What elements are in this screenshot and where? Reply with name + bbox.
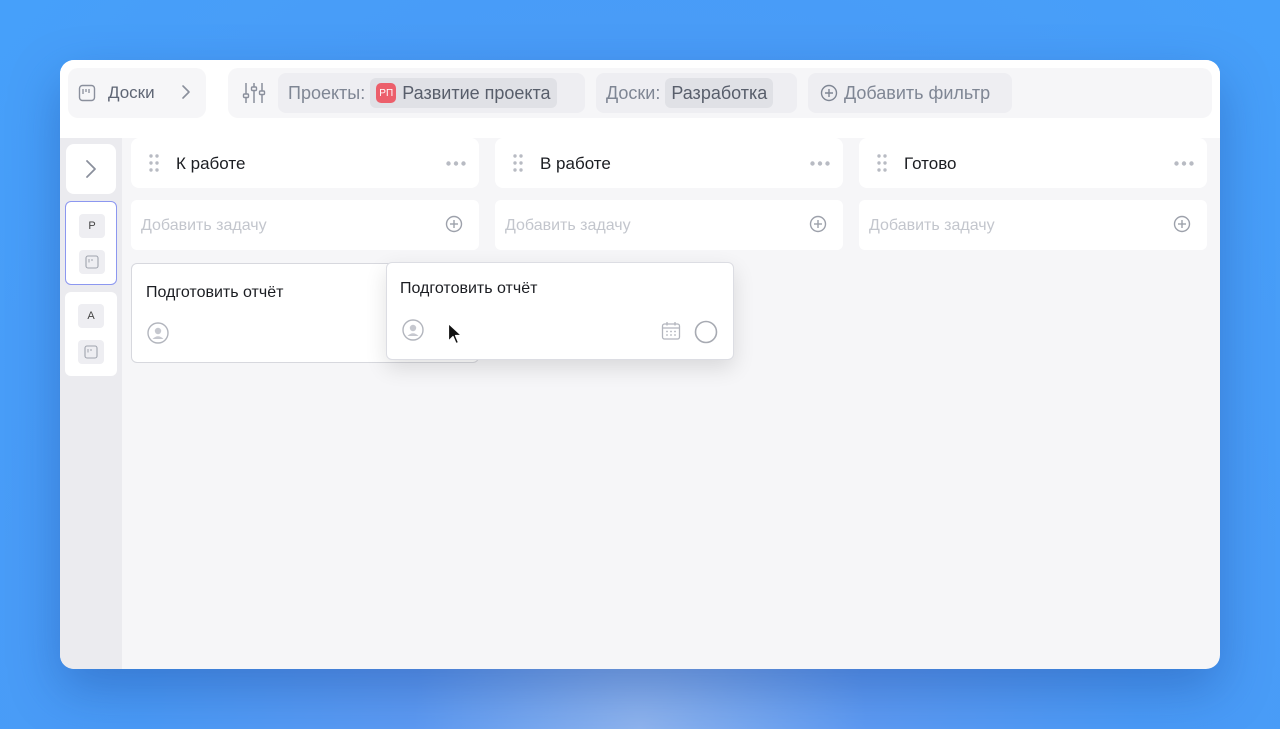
- column-header-done[interactable]: Готово: [859, 138, 1207, 188]
- projects-filter-chip[interactable]: Проекты: РП Развитие проекта: [278, 73, 585, 113]
- column-header-todo[interactable]: К работе: [131, 138, 479, 188]
- dragging-task-card[interactable]: Подготовить отчёт: [386, 262, 734, 360]
- breadcrumb[interactable]: Доски: [68, 68, 206, 118]
- board-icon: [78, 84, 96, 102]
- projects-filter-value[interactable]: РП Развитие проекта: [370, 78, 557, 108]
- filter-bar: Проекты: РП Развитие проекта Доски: Разр…: [228, 68, 1212, 118]
- assignee-icon[interactable]: [147, 322, 169, 344]
- project-letter: Р: [79, 214, 105, 238]
- sidebar-expand-button[interactable]: [66, 144, 116, 194]
- projects-filter-key: Проекты:: [288, 82, 366, 103]
- add-filter-button[interactable]: Добавить фильтр: [808, 73, 1012, 113]
- boards-filter-chip[interactable]: Доски: Разработка: [596, 73, 797, 113]
- board-icon[interactable]: [79, 250, 105, 274]
- project-letter: А: [78, 304, 104, 328]
- board-icon[interactable]: [78, 340, 104, 364]
- add-filter-label: Добавить фильтр: [844, 82, 991, 103]
- add-task-placeholder: Добавить задачу: [869, 217, 995, 234]
- filter-settings-icon[interactable]: [242, 81, 266, 105]
- project-badge: РП: [376, 83, 397, 103]
- chevron-right-icon: [182, 85, 190, 99]
- status-circle-icon[interactable]: [694, 320, 718, 344]
- assignee-icon[interactable]: [402, 319, 424, 341]
- drag-handle-icon[interactable]: [149, 154, 159, 172]
- plus-circle-icon[interactable]: [1173, 215, 1191, 233]
- boards-filter-value[interactable]: Разработка: [665, 78, 774, 108]
- chevron-right-icon: [86, 160, 96, 178]
- column-header-in-progress[interactable]: В работе: [495, 138, 843, 188]
- plus-circle-icon[interactable]: [809, 215, 827, 233]
- board-content: К работе В работе Готово Добавить задачу…: [122, 138, 1220, 669]
- column-title: Готово: [904, 154, 957, 173]
- plus-circle-icon[interactable]: [445, 215, 463, 233]
- add-task-input[interactable]: Добавить задачу: [495, 200, 843, 250]
- top-bar: Доски Проекты: РП Развитие проекта Доски…: [60, 60, 1220, 138]
- mouse-cursor-icon: [447, 322, 463, 345]
- more-icon[interactable]: [446, 161, 466, 166]
- drag-handle-icon[interactable]: [513, 154, 523, 172]
- project-name: Развитие проекта: [402, 82, 551, 103]
- more-icon[interactable]: [810, 161, 830, 166]
- calendar-icon[interactable]: [661, 321, 681, 341]
- drag-handle-icon[interactable]: [877, 154, 887, 172]
- plus-circle-icon: [820, 84, 838, 102]
- add-task-input[interactable]: Добавить задачу: [131, 200, 479, 250]
- sidebar-project-group-selected[interactable]: Р: [65, 201, 117, 285]
- task-title: Подготовить отчёт: [146, 284, 284, 301]
- column-title: К работе: [176, 154, 246, 173]
- add-task-placeholder: Добавить задачу: [141, 217, 267, 234]
- more-icon[interactable]: [1174, 161, 1194, 166]
- column-title: В работе: [540, 154, 611, 173]
- app-window: Доски Проекты: РП Развитие проекта Доски…: [60, 60, 1220, 669]
- task-title: Подготовить отчёт: [400, 280, 538, 297]
- add-task-placeholder: Добавить задачу: [505, 217, 631, 234]
- boards-filter-key: Доски:: [606, 82, 661, 103]
- breadcrumb-label: Доски: [108, 83, 155, 102]
- sidebar: Р А: [60, 138, 122, 669]
- add-task-input[interactable]: Добавить задачу: [859, 200, 1207, 250]
- sidebar-project-group[interactable]: А: [65, 292, 117, 376]
